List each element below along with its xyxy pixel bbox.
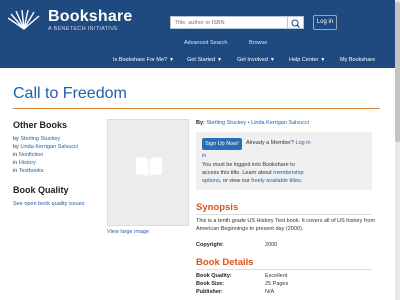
synopsis-line-1: This is a tenth grade US History Text bo…: [196, 218, 376, 224]
other-books-category-1: in Nonfiction: [13, 152, 43, 158]
nav-help-center[interactable]: Help Center ▼: [289, 57, 325, 63]
access-text: access this title. Learn about membershi…: [202, 170, 304, 176]
author-link-sterling-stuckey[interactable]: Sterling Stuckey: [20, 136, 60, 142]
or-view-label: , or view our: [219, 178, 250, 184]
other-books-author-1: by Sterling Stuckey: [13, 136, 60, 142]
other-books-category-2: in History: [13, 160, 36, 166]
other-books-heading: Other Books: [13, 120, 68, 130]
logo-tagline: A BENETECH INITIATIVE: [48, 26, 119, 32]
author-link-linda-salvucci[interactable]: Linda Kerrigan Salvucci: [20, 144, 78, 150]
nav-my-bookshare[interactable]: My Bookshare: [340, 57, 375, 63]
book-size-label: Book Size:: [196, 281, 225, 287]
search-button[interactable]: [288, 16, 304, 29]
details-divider: [196, 269, 372, 270]
advanced-search-link[interactable]: Advanced Search: [184, 40, 227, 46]
already-label: Already a Member?: [246, 140, 294, 146]
caret-down-icon: ▼: [320, 57, 326, 63]
options-link[interactable]: options: [202, 178, 220, 184]
caret-down-icon: ▼: [269, 57, 275, 63]
log-in-link-continuation: in: [202, 153, 206, 159]
book-details-heading: Book Details: [196, 257, 254, 268]
book-quality-value: Excellent: [265, 273, 288, 279]
must-login-text: You must be logged into Bookshare to: [202, 162, 295, 168]
membership-notice: Sign Up Now! Already a Member? Log in in…: [196, 132, 372, 190]
log-in-link-cont[interactable]: in: [202, 153, 206, 159]
browse-link[interactable]: Browse: [249, 40, 267, 46]
category-link-nonfiction[interactable]: Nonfiction: [19, 152, 43, 158]
in-prefix: in: [13, 168, 18, 174]
synopsis-line-2: American Beginnings to present day (2000…: [196, 226, 304, 232]
page-scrollbar[interactable]: [395, 0, 400, 300]
nav-label: Get Started: [187, 57, 216, 63]
in-prefix: in: [13, 152, 18, 158]
by-prefix: by: [13, 144, 19, 150]
publisher-label: Publisher:: [196, 289, 223, 295]
nav-label: Get Involved: [237, 57, 268, 63]
freely-available-link[interactable]: freely available titles: [251, 178, 301, 184]
quality-issues-link[interactable]: See open book quality issues: [13, 201, 85, 207]
book-quality-label: Book Quality:: [196, 273, 232, 279]
nav-get-involved[interactable]: Get Involved ▼: [237, 57, 275, 63]
by-prefix: by: [13, 136, 19, 142]
category-link-textbooks[interactable]: Textbooks: [19, 168, 44, 174]
logo-name: Bookshare: [48, 8, 133, 25]
nav-label: Is Bookshare For Me?: [113, 57, 168, 63]
period: .: [300, 178, 303, 184]
synopsis-heading: Synopsis: [196, 202, 239, 213]
access-label: access this title. Learn about: [202, 170, 272, 176]
logo-book-icon: [7, 10, 40, 30]
book-quality-heading: Book Quality: [13, 185, 69, 195]
options-text: options, or view our freely available ti…: [202, 178, 302, 184]
authors-link[interactable]: Sterling Stuckey • Linda Kerrigan Salvuc…: [206, 120, 309, 126]
nav-label: Help Center: [289, 57, 319, 63]
scrollbar-thumb[interactable]: [395, 2, 400, 142]
log-in-link[interactable]: Log in: [296, 140, 311, 146]
book-authors: By: Sterling Stuckey • Linda Kerrigan Sa…: [196, 120, 309, 126]
category-link-history[interactable]: History: [19, 160, 36, 166]
caret-down-icon: ▼: [169, 57, 175, 63]
book-cover-placeholder[interactable]: [107, 119, 189, 226]
search-input[interactable]: [170, 16, 288, 29]
other-books-category-3: in Textbooks: [13, 168, 43, 174]
publisher-value: N/A: [265, 289, 275, 295]
view-large-image-link[interactable]: View large image: [107, 229, 149, 235]
copyright-value: 2000: [265, 242, 278, 248]
by-label: By:: [196, 120, 205, 126]
copyright-label: Copyright:: [196, 242, 224, 248]
in-prefix: in: [13, 160, 18, 166]
nav-is-bookshare-for-me[interactable]: Is Bookshare For Me? ▼: [113, 57, 174, 63]
search-icon: [291, 19, 300, 28]
login-button[interactable]: Log in: [313, 15, 337, 30]
already-member-text: Already a Member? Log in: [246, 140, 311, 146]
other-books-author-2: by Linda Kerrigan Salvucci: [13, 144, 78, 150]
caret-down-icon: ▼: [217, 57, 223, 63]
nav-get-started[interactable]: Get Started ▼: [187, 57, 222, 63]
title-divider: [13, 108, 380, 109]
open-book-icon: [136, 157, 162, 177]
site-header: Bookshare A BENETECH INITIATIVE Log in A…: [0, 0, 400, 68]
membership-link[interactable]: membership: [273, 170, 303, 176]
book-size-value: 25 Pages: [265, 281, 289, 287]
synopsis-divider: [196, 214, 372, 215]
page-title: Call to Freedom: [13, 85, 127, 102]
sign-up-button[interactable]: Sign Up Now!: [202, 138, 242, 150]
